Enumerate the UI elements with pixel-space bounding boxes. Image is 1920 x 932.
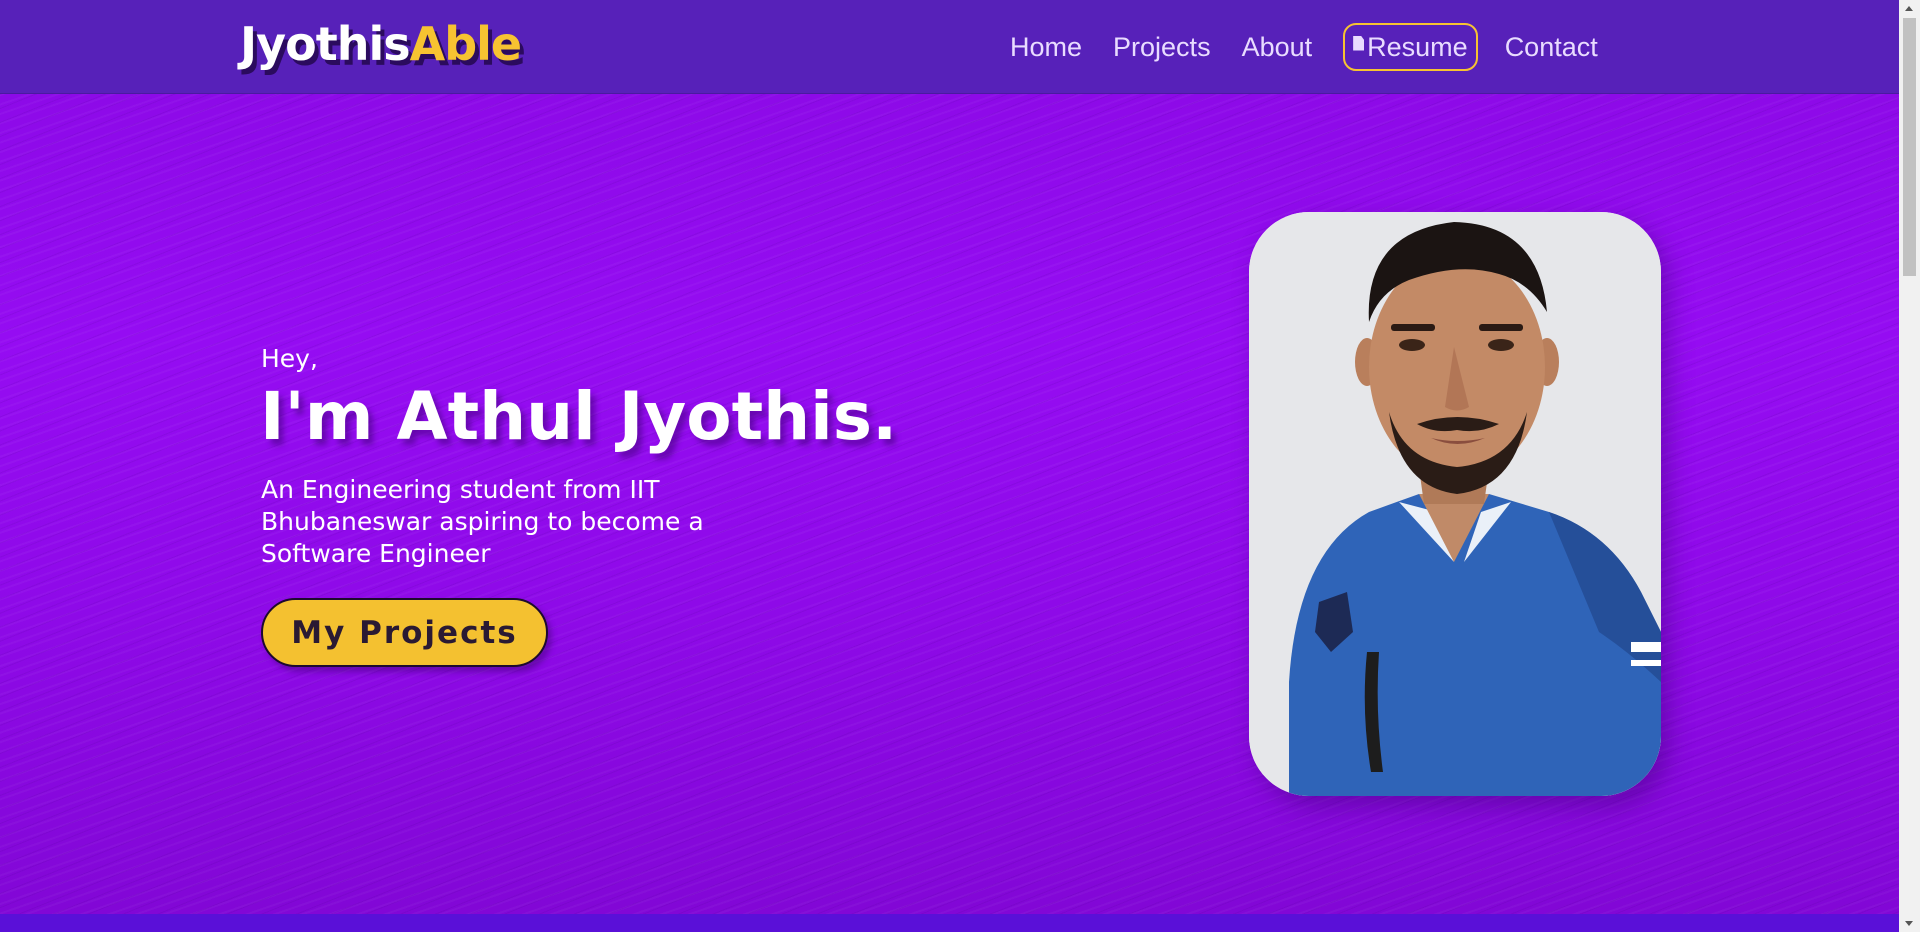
scrollbar-thumb[interactable]: [1903, 18, 1916, 276]
nav-home-link[interactable]: Home: [1010, 27, 1082, 67]
profile-photo: [1249, 212, 1661, 796]
nav-about-link[interactable]: About: [1242, 27, 1313, 67]
arrow-up-icon: [1905, 6, 1913, 11]
scroll-down-button[interactable]: [1899, 915, 1920, 932]
hero-greeting: Hey,: [261, 344, 318, 373]
page-scrollbar[interactable]: [1899, 0, 1920, 932]
navbar: JyothisAble Home Projects About Resume C…: [0, 0, 1899, 94]
page: JyothisAble Home Projects About Resume C…: [0, 0, 1899, 932]
nav-resume-button[interactable]: Resume: [1343, 23, 1478, 71]
logo[interactable]: JyothisAble: [240, 14, 522, 74]
main-nav: Home Projects About Resume Contact: [1010, 23, 1629, 71]
logo-part-able: Able: [409, 17, 522, 71]
document-icon: [1353, 35, 1365, 51]
hero-headline: I'm Athul Jyothis.: [260, 378, 898, 455]
nav-contact-link[interactable]: Contact: [1505, 27, 1598, 67]
profile-photo-illustration: [1249, 212, 1661, 796]
nav-resume-label: Resume: [1367, 31, 1468, 62]
nav-projects-link[interactable]: Projects: [1113, 27, 1211, 67]
logo-part-jyothis: Jyothis: [240, 17, 411, 71]
my-projects-button[interactable]: My Projects: [261, 598, 548, 667]
next-section-edge: [0, 914, 1899, 932]
hero-tagline: An Engineering student from IIT Bhubanes…: [261, 475, 704, 568]
hero-section: Hey, I'm Athul Jyothis. An Engineering s…: [0, 94, 1899, 914]
arrow-down-icon: [1905, 921, 1913, 926]
scroll-up-button[interactable]: [1899, 0, 1920, 17]
